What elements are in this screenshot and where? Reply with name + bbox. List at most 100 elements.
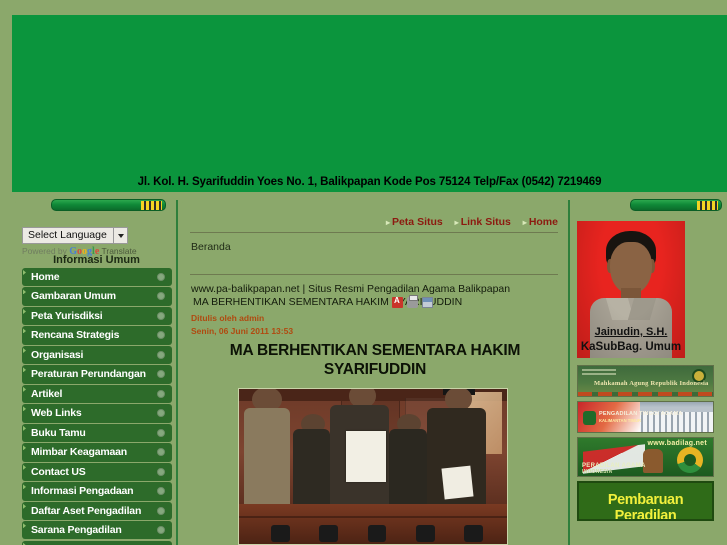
building-photo xyxy=(637,402,713,432)
sidebar-item-label: Rencana Strategis xyxy=(31,329,120,342)
court-seal-icon xyxy=(583,411,596,425)
caret-right-icon: ▸ xyxy=(385,218,390,227)
pdf-icon[interactable] xyxy=(392,296,403,308)
panel-tab-decoration-right xyxy=(630,199,722,211)
stripe-decoration-icon xyxy=(697,201,718,210)
photo-microphone xyxy=(271,525,290,543)
pengadilan-tinggi-banner[interactable]: PENGADILAN TINGGI AGAMA KALIMANTAN TIMUR xyxy=(577,401,714,433)
arrow-nub-icon xyxy=(23,308,26,314)
main-content-panel: ▸ Peta Situs ▸ Link Situs ▸ Home Beranda ww… xyxy=(182,198,568,545)
photo-held-document xyxy=(441,465,474,499)
sidebar-item-web-links[interactable]: Web Links xyxy=(22,404,172,423)
email-icon[interactable] xyxy=(422,297,433,308)
sidebar-item-mimbar-keagamaan[interactable]: Mimbar Keagamaan xyxy=(22,443,172,462)
sidebar-item-peraturan-perundangan[interactable]: Peraturan Perundangan xyxy=(22,365,172,384)
page-root: Jl. Kol. H. Syarifuddin Yoes No. 1, Bali… xyxy=(0,0,727,545)
banner-decoration xyxy=(582,369,616,376)
badilag-banner-subtitle: INDONESIA xyxy=(582,469,613,475)
sidebar-item-daftar-aset-pengadilan[interactable]: Daftar Aset Pengadilan xyxy=(22,501,172,520)
bullet-icon xyxy=(157,292,165,301)
chevron-down-icon[interactable] xyxy=(112,228,127,243)
sidebar-item-label: Peraturan Perundangan xyxy=(31,368,146,381)
sidebar-item-label: Gambaran Umum xyxy=(31,290,116,303)
sidebar-item-organisasi[interactable]: Organisasi xyxy=(22,345,172,365)
sidebar-item-informasi-pengadaan[interactable]: Informasi Pengadaan xyxy=(22,482,172,501)
nav-link-home[interactable]: ▸ Home xyxy=(523,216,558,228)
arrow-nub-icon xyxy=(23,367,26,373)
stripe-decoration-icon xyxy=(141,201,162,210)
arrow-nub-icon xyxy=(23,503,26,509)
sidebar-item-hubungi-kami[interactable]: Hubungi Kami xyxy=(22,540,172,545)
bullet-icon xyxy=(157,506,165,515)
bullet-icon xyxy=(157,448,165,457)
arrow-nub-icon xyxy=(23,386,26,392)
arrow-nub-icon xyxy=(23,289,26,295)
photo-person xyxy=(292,429,331,504)
sidebar-item-label: Peta Yurisdiksi xyxy=(31,309,103,322)
article-title: MA BERHENTIKAN SEMENTARA HAKIM SYARIFUDD… xyxy=(229,342,521,378)
sidebar-item-label: Web Links xyxy=(31,407,82,420)
bullet-icon xyxy=(157,273,165,281)
photo-microphone xyxy=(415,525,435,543)
article-byline: Ditulis oleh admin xyxy=(191,313,265,323)
photo-microphone xyxy=(367,525,387,543)
sidebar-item-label: Sarana Pengadilan xyxy=(31,524,122,537)
nav-link-link-situs[interactable]: ▸ Link Situs xyxy=(455,216,511,228)
nav-label: Link Situs xyxy=(460,216,511,228)
sidebar-item-label: Contact US xyxy=(31,465,86,478)
sidebar-item-gambaran-umum[interactable]: Gambaran Umum xyxy=(22,287,172,306)
photo-microphone xyxy=(319,525,339,543)
arrow-nub-icon xyxy=(23,484,26,490)
sidebar-item-label: Daftar Aset Pengadilan xyxy=(31,504,142,517)
divider-top xyxy=(190,232,558,233)
language-select-label: Select Language xyxy=(28,229,107,241)
panel-divider-left xyxy=(176,200,178,545)
mahkamah-agung-banner[interactable]: Mahkamah Agung Republik Indonesia xyxy=(577,365,714,397)
badilag-banner[interactable]: www.badilag.net PERADILAN AGAMA INDONESI… xyxy=(577,437,714,477)
print-icon[interactable] xyxy=(407,295,418,308)
sidebar-section-title: Informasi Umum xyxy=(53,254,140,266)
bullet-icon xyxy=(157,311,165,320)
nav-label: Home xyxy=(528,216,558,228)
sidebar-item-home[interactable]: Home xyxy=(22,268,172,287)
bullet-icon xyxy=(157,370,165,379)
banner-stripe-decoration xyxy=(578,392,713,396)
left-sidebar: Select Language Powered by Google Transl… xyxy=(15,198,178,545)
sidebar-item-rencana-strategis[interactable]: Rencana Strategis xyxy=(22,326,172,345)
banner-figure-graphic xyxy=(642,449,663,473)
sidebar-item-label: Home xyxy=(31,271,60,283)
language-select[interactable]: Select Language xyxy=(22,227,128,244)
bullet-icon xyxy=(157,487,165,496)
arrow-nub-icon xyxy=(23,270,26,275)
article-datetime: Senin, 06 Juni 2011 13:53 xyxy=(191,326,294,336)
sidebar-item-sarana-pengadilan[interactable]: Sarana Pengadilan xyxy=(22,521,172,540)
sidebar-item-label: Artikel xyxy=(31,387,63,400)
source-line: www.pa-balikpapan.net | Situs Resmi Peng… xyxy=(191,283,511,295)
bullet-icon xyxy=(157,526,165,535)
panel-divider-right xyxy=(568,200,570,545)
google-translate-widget[interactable]: Select Language Powered by Google Transl… xyxy=(22,225,172,257)
sidebar-item-label: Mimbar Keagamaan xyxy=(31,446,128,459)
pembaruan-peradilan-banner[interactable]: Pembaruan Peradilan xyxy=(577,481,714,521)
sidebar-item-label: Organisasi xyxy=(31,348,84,361)
caret-right-icon: ▸ xyxy=(454,218,459,227)
badilag-banner-url: www.badilag.net xyxy=(647,440,707,447)
caret-right-icon: ▸ xyxy=(522,218,527,227)
pengadilan-tinggi-banner-subtitle: KALIMANTAN TIMUR xyxy=(599,418,642,423)
arrow-nub-icon xyxy=(23,406,26,412)
bullet-icon xyxy=(157,331,165,340)
sidebar-item-buku-tamu[interactable]: Buku Tamu xyxy=(22,423,172,443)
photo-person xyxy=(244,407,290,504)
nav-link-peta-situs[interactable]: ▸ Peta Situs xyxy=(386,216,443,228)
pengadilan-tinggi-banner-title: PENGADILAN TINGGI AGAMA xyxy=(599,411,683,417)
pembaruan-peradilan-label: Pembaruan Peradilan xyxy=(607,492,684,521)
nav-label: Peta Situs xyxy=(391,216,443,228)
panel-tab-decoration-left xyxy=(51,199,166,211)
sidebar-item-peta-yurisdiksi[interactable]: Peta Yurisdiksi xyxy=(22,306,172,326)
arrow-nub-icon xyxy=(23,523,26,529)
sidebar-item-artikel[interactable]: Artikel xyxy=(22,384,172,404)
bullet-icon xyxy=(157,350,165,359)
divider-under-breadcrumb xyxy=(190,274,558,275)
photo-person xyxy=(389,429,427,504)
sidebar-item-contact-us[interactable]: Contact US xyxy=(22,462,172,482)
